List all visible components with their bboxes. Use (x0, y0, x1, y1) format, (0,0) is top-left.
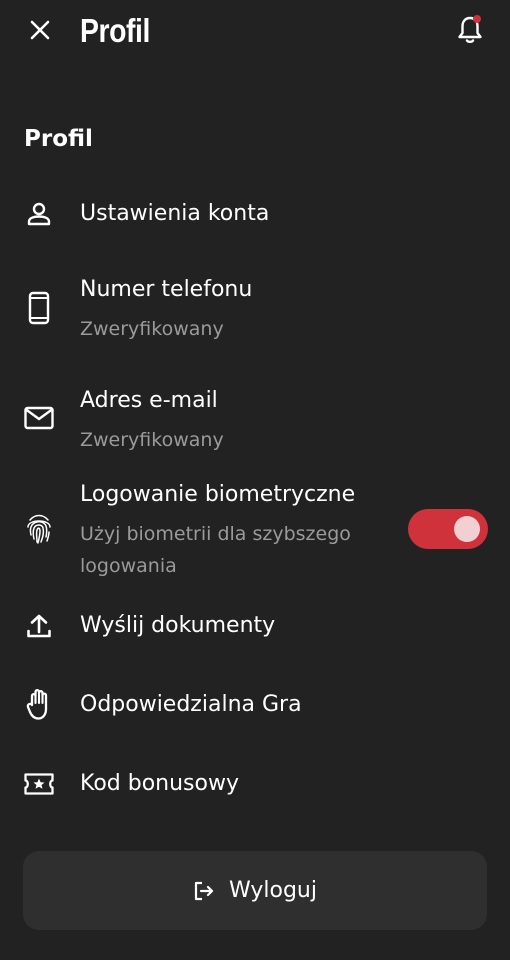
ticket-icon (22, 767, 56, 801)
upload-icon (22, 609, 56, 643)
close-icon (30, 20, 50, 40)
menu-item-email[interactable]: Adres e-mail Zweryfikowany (0, 383, 510, 459)
menu-item-account-settings[interactable]: Ustawienia konta (0, 194, 510, 234)
section-title: Profil (24, 126, 93, 152)
close-button[interactable] (24, 14, 56, 46)
notification-dot (473, 15, 481, 23)
menu-item-label: Ustawienia konta (80, 201, 270, 226)
menu-item-bonus-code[interactable]: Kod bonusowy (0, 764, 510, 804)
verification-status: Zweryfikowany (80, 318, 224, 340)
menu-item-label: Kod bonusowy (80, 771, 239, 796)
logout-content: Wyloguj (193, 875, 317, 907)
menu-item-label: Adres e-mail (80, 388, 218, 413)
top-bar: Profil (0, 0, 510, 66)
logout-button[interactable]: Wyloguj (23, 851, 487, 930)
menu-item-label: Logowanie biometryczne (80, 482, 356, 507)
notifications-button[interactable] (452, 12, 488, 48)
logout-icon (194, 881, 214, 900)
logout-label: Wyloguj (229, 877, 317, 903)
menu-item-responsible-gaming[interactable]: Odpowiedzialna Gra (0, 685, 510, 725)
person-icon (22, 197, 56, 231)
smartphone-icon (22, 291, 56, 325)
menu-item-label: Numer telefonu (80, 277, 253, 302)
mail-icon (22, 401, 56, 435)
menu-item-description: Użyj biometrii dla szybszego (80, 523, 351, 545)
biometric-toggle[interactable] (408, 509, 488, 549)
menu-item-description: logowania (80, 555, 177, 577)
toggle-knob (454, 516, 480, 542)
menu-item-phone[interactable]: Numer telefonu Zweryfikowany (0, 272, 510, 348)
hand-icon (22, 687, 56, 721)
verification-status: Zweryfikowany (80, 429, 224, 451)
menu-item-label: Wyślij dokumenty (80, 613, 276, 638)
menu-item-biometric-login: Logowanie biometryczne Użyj biometrii dl… (0, 477, 510, 583)
menu-item-label: Odpowiedzialna Gra (80, 692, 302, 717)
page-title: Profil (80, 12, 150, 49)
menu-item-upload-documents[interactable]: Wyślij dokumenty (0, 606, 510, 646)
fingerprint-icon (22, 512, 56, 546)
